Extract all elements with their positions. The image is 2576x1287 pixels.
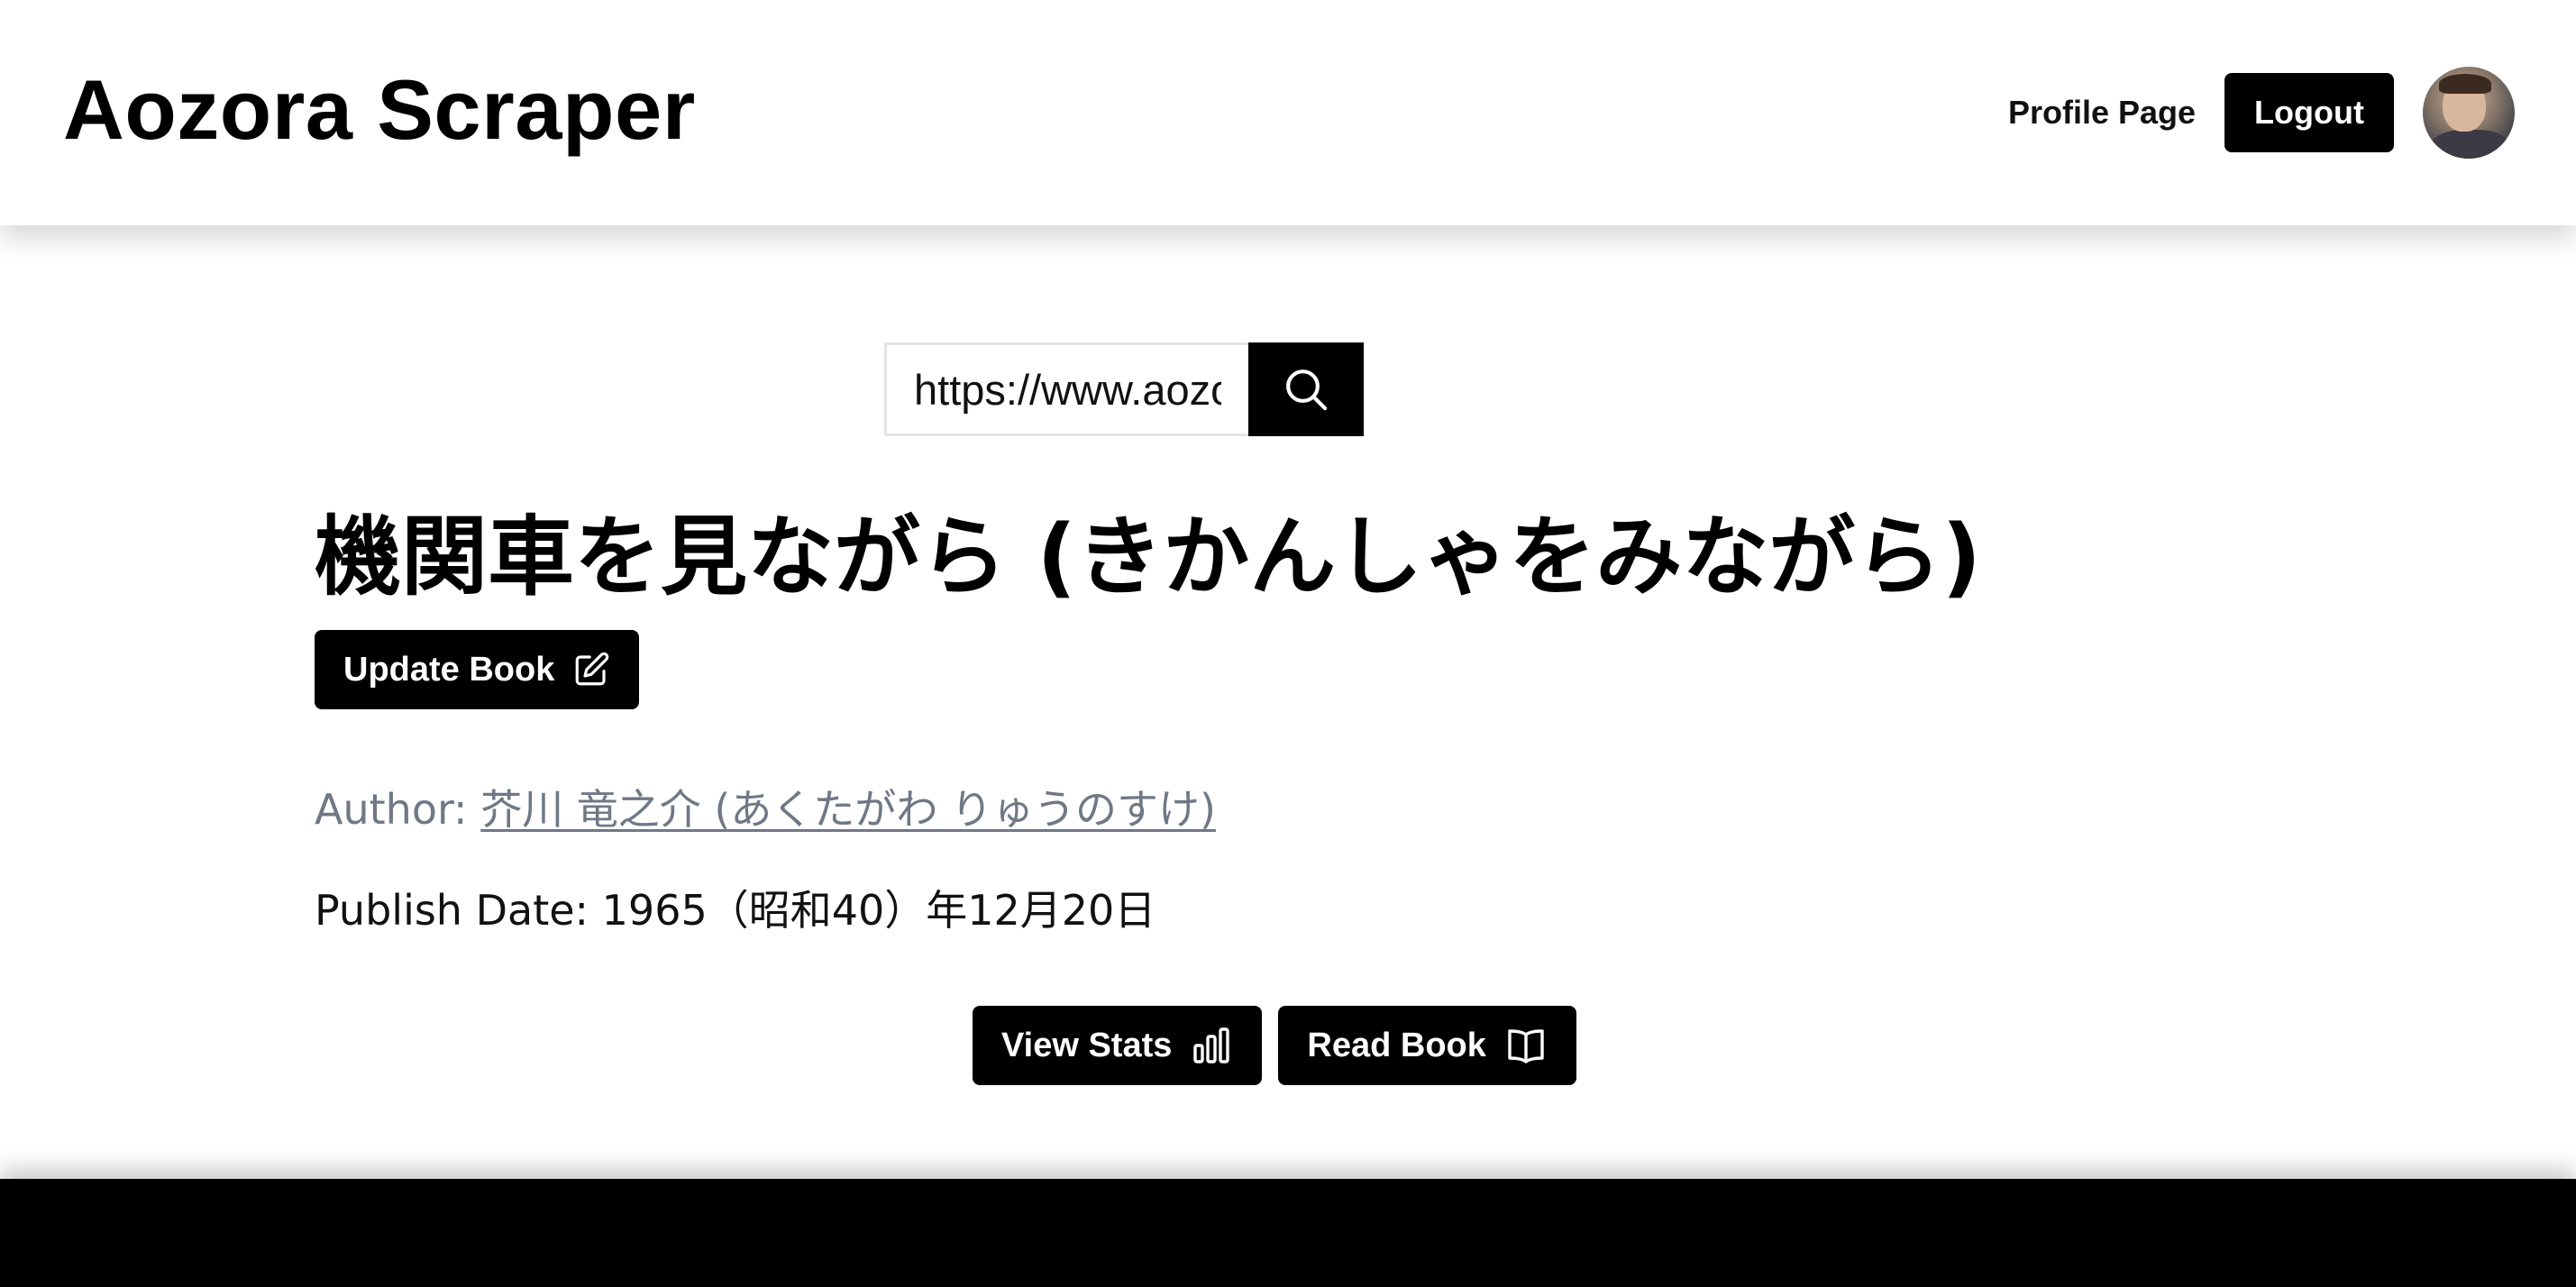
footer: [0, 1179, 2576, 1287]
search-button[interactable]: [1248, 342, 1364, 436]
author-prefix: Author:: [315, 785, 468, 834]
header-nav: Profile Page Logout: [2008, 63, 2515, 162]
update-book-button[interactable]: Update Book: [315, 630, 640, 709]
top-header: Aozora Scraper Profile Page Logout: [0, 0, 2576, 225]
main-content: 機関車を見ながら (きかんしゃをみながら) Update Book Author…: [0, 225, 2576, 1179]
read-book-label: Read Book: [1307, 1026, 1486, 1064]
edit-icon: [576, 652, 609, 686]
search-icon: [1286, 370, 1328, 411]
logout-button[interactable]: Logout: [2224, 73, 2394, 152]
book-actions: View Stats Read Book: [973, 1006, 1576, 1085]
publish-date: 1965（昭和40）年12月20日: [601, 886, 1156, 935]
profile-page-link[interactable]: Profile Page: [2008, 94, 2196, 132]
publish-prefix: Publish Date:: [315, 886, 589, 935]
publish-date-line: Publish Date: 1965（昭和40）年12月20日: [315, 878, 1156, 937]
search-bar: [884, 342, 1364, 436]
avatar[interactable]: [2423, 67, 2515, 159]
app-title: Aozora Scraper: [63, 62, 696, 157]
author-link[interactable]: 芥川 竜之介 (あくたがわ りゅうのすけ): [480, 785, 1216, 834]
search-input[interactable]: [884, 342, 1248, 436]
book-open-icon: [1508, 1029, 1544, 1063]
bar-chart-icon: [1193, 1027, 1230, 1063]
update-book-label: Update Book: [343, 650, 555, 689]
view-stats-button[interactable]: View Stats: [973, 1006, 1263, 1085]
book-title: 機関車を見ながら (きかんしゃをみながら): [315, 507, 1982, 607]
author-line: Author: 芥川 竜之介 (あくたがわ りゅうのすけ): [315, 777, 1216, 836]
view-stats-label: View Stats: [1001, 1026, 1173, 1064]
read-book-button[interactable]: Read Book: [1278, 1006, 1576, 1085]
